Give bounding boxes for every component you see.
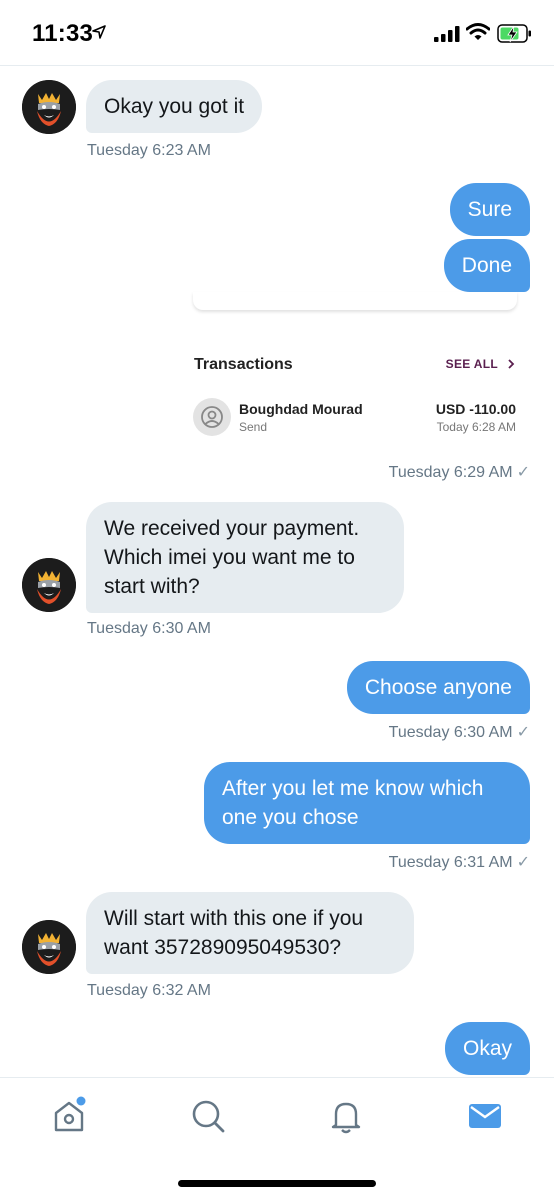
message-text: Okay	[462, 1037, 512, 1060]
wifi-icon	[466, 23, 490, 40]
avatar[interactable]	[22, 80, 76, 134]
user-circle-icon	[201, 406, 223, 428]
message-timestamp: Tuesday 6:30 AM	[87, 620, 211, 637]
avatar[interactable]	[22, 920, 76, 974]
tab-search[interactable]	[188, 1096, 228, 1136]
transaction-name: Boughdad Mourad	[239, 401, 363, 417]
message-bubble-outgoing[interactable]: Choose anyone	[346, 661, 530, 714]
message-text: Choose anyone	[364, 676, 512, 699]
king-avatar-icon	[22, 558, 76, 612]
king-avatar-icon	[22, 920, 76, 974]
message-text-line: start with?	[104, 575, 200, 598]
message-text: Done	[461, 254, 512, 277]
message-text: Sure	[467, 198, 512, 221]
message-text-line: We received your payment.	[104, 517, 360, 540]
cellular-signal-icon	[434, 26, 460, 42]
status-time: 11:33	[32, 20, 94, 47]
message-bubble-outgoing[interactable]: Done	[443, 239, 530, 292]
transaction-amount: USD -110.00	[435, 401, 516, 417]
message-text: Okay you got it	[104, 95, 245, 118]
message-text-line: one you chose	[222, 806, 359, 829]
timestamp-text: Tuesday 6:29 AM	[388, 464, 513, 481]
battery-charging-icon	[497, 24, 531, 43]
location-arrow-icon	[92, 25, 106, 39]
notification-dot	[76, 1096, 86, 1106]
tab-notifications[interactable]	[327, 1096, 367, 1136]
timestamp-text: Tuesday 6:30 AM	[388, 724, 513, 741]
message-timestamp: Tuesday 6:31 AM ✓	[389, 852, 530, 872]
message-text-line: After you let me know which	[222, 777, 484, 800]
king-avatar-icon	[22, 80, 76, 134]
contact-avatar	[193, 398, 231, 436]
tab-messages[interactable]	[466, 1096, 506, 1136]
message-bubble-incoming[interactable]: Will start with this one if you want 357…	[86, 892, 414, 974]
message-timestamp: Tuesday 6:23 AM	[87, 142, 211, 159]
see-all-label: SEE ALL	[445, 357, 498, 371]
message-bubble-incoming[interactable]: Okay you got it	[86, 80, 263, 133]
read-check-icon: ✓	[516, 854, 530, 871]
message-text-line: Will start with this one if you	[104, 907, 364, 930]
chevron-right-icon	[508, 359, 515, 369]
message-text-line: want 357289095049530?	[104, 936, 342, 959]
home-indicator[interactable]	[178, 1180, 376, 1187]
message-timestamp: Tuesday 6:29 AM ✓	[389, 462, 530, 482]
status-bar: 11:33	[0, 0, 554, 66]
message-text-line: Which imei you want me to	[104, 546, 355, 569]
transactions-title: Transactions	[194, 356, 293, 373]
transaction-type: Send	[239, 420, 268, 434]
avatar[interactable]	[22, 558, 76, 612]
message-bubble-outgoing[interactable]: Sure	[449, 183, 530, 236]
message-bubble-outgoing[interactable]: Okay	[444, 1022, 530, 1075]
message-bubble-incoming[interactable]: We received your payment. Which imei you…	[86, 502, 404, 613]
message-timestamp: Tuesday 6:30 AM ✓	[389, 722, 530, 742]
timestamp-text: Tuesday 6:31 AM	[388, 854, 513, 871]
tab-home[interactable]	[50, 1096, 90, 1136]
message-timestamp: Tuesday 6:32 AM	[87, 982, 211, 999]
read-check-icon: ✓	[516, 724, 530, 741]
message-bubble-outgoing[interactable]: After you let me know which one you chos…	[204, 762, 530, 844]
transaction-card	[193, 292, 517, 310]
transaction-date: Today 6:28 AM	[436, 420, 516, 434]
read-check-icon: ✓	[516, 464, 530, 481]
